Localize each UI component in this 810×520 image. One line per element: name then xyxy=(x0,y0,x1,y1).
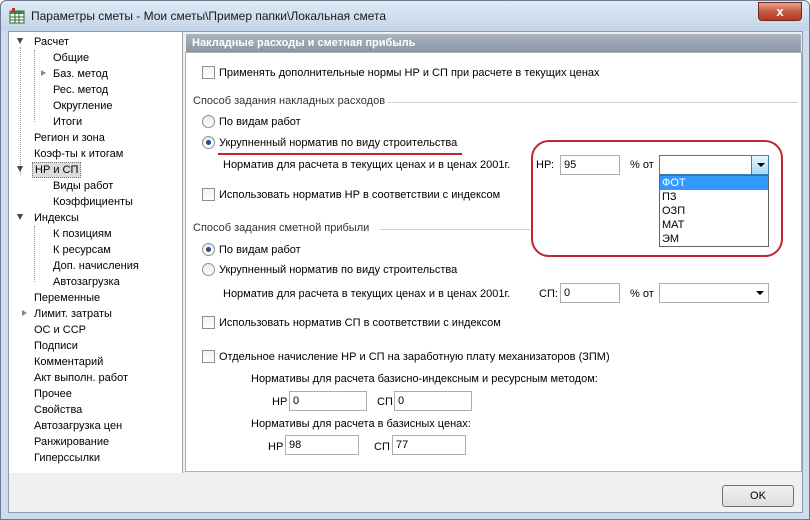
tree-item-properties[interactable]: Свойства xyxy=(34,402,82,418)
tree-item-res-method[interactable]: Рес. метод xyxy=(53,82,108,98)
collapsed-arrow-icon[interactable] xyxy=(22,310,27,316)
table-icon xyxy=(9,8,25,24)
settings-tree[interactable]: Расчет Общие Баз. метод Рес. метод Округ… xyxy=(9,32,183,473)
additional-norms-label: Применять дополнительные нормы НР и СП п… xyxy=(219,67,600,79)
tree-item-signatures[interactable]: Подписи xyxy=(34,338,78,354)
dialog-window: Параметры сметы - Мои сметы\Пример папки… xyxy=(0,0,810,520)
tree-item-work-types[interactable]: Виды работ xyxy=(53,178,113,194)
zpm-sp-input[interactable]: 0 xyxy=(394,391,472,411)
tree-connector xyxy=(34,50,35,122)
tree-item-ranking[interactable]: Ранжирование xyxy=(34,434,109,450)
overhead-radio-by-work-types[interactable] xyxy=(202,115,215,128)
settings-panel: Применять дополнительные нормы НР и СП п… xyxy=(185,52,802,472)
zpm-nr2-input[interactable]: 98 xyxy=(285,435,359,455)
close-button[interactable]: x xyxy=(758,2,802,21)
chevron-down-icon xyxy=(756,291,764,295)
tree-connector xyxy=(20,47,21,175)
tree-item-calc[interactable]: Расчет xyxy=(34,34,69,50)
expand-arrow-icon[interactable] xyxy=(17,38,23,44)
title-bar[interactable]: Параметры сметы - Мои сметы\Пример папки… xyxy=(1,1,809,31)
expand-arrow-icon[interactable] xyxy=(17,166,23,172)
group-divider xyxy=(388,102,798,103)
tree-item-nr-sp[interactable]: НР и СП xyxy=(32,162,82,178)
expand-arrow-icon[interactable] xyxy=(17,214,23,220)
overhead-index-label: Использовать норматив НР в соответствии … xyxy=(219,189,501,201)
collapsed-arrow-icon[interactable] xyxy=(41,70,46,76)
tree-connector xyxy=(34,226,35,282)
profit-norm-label: Норматив для расчета в текущих ценах и в… xyxy=(223,288,511,300)
ok-button[interactable]: OK xyxy=(722,485,794,507)
zpm-sp2-input[interactable]: 77 xyxy=(392,435,466,455)
overhead-radio-by-work-types-label: По видам работ xyxy=(219,116,301,128)
tree-item-comment[interactable]: Комментарий xyxy=(34,354,103,370)
overhead-index-checkbox[interactable] xyxy=(202,188,215,201)
annotation-ellipse xyxy=(531,140,783,257)
panel-header: Накладные расходы и сметная прибыль xyxy=(186,34,801,52)
zpm-checkbox[interactable] xyxy=(202,350,215,363)
profit-radio-aggregated-label: Укрупненный норматив по виду строительст… xyxy=(219,264,458,276)
tree-item-coefficients[interactable]: Коэффициенты xyxy=(53,194,133,210)
overhead-radio-aggregated[interactable] xyxy=(202,136,215,149)
tree-item-os-ssr[interactable]: ОС и ССР xyxy=(34,322,86,338)
tree-item-totals[interactable]: Итоги xyxy=(53,114,82,130)
tree-item-region[interactable]: Регион и зона xyxy=(34,130,105,146)
tree-item-hyperlinks[interactable]: Гиперссылки xyxy=(34,450,100,466)
tree-item-variables[interactable]: Переменные xyxy=(34,290,100,306)
tree-item-to-resources[interactable]: К ресурсам xyxy=(53,242,111,258)
profit-index-checkbox[interactable] xyxy=(202,316,215,329)
profit-radio-by-work-types-label: По видам работ xyxy=(219,244,301,256)
profit-group-title: Способ задания сметной прибыли xyxy=(193,222,370,234)
profit-base-select[interactable] xyxy=(659,283,769,303)
profit-index-label: Использовать норматив СП в соответствии … xyxy=(219,317,501,329)
zpm-label: Отдельное начисление НР и СП на заработн… xyxy=(219,351,610,363)
zpm-sp2-label: СП xyxy=(374,441,390,453)
overhead-norm-label: Норматив для расчета в текущих ценах и в… xyxy=(223,159,511,171)
tree-item-work-act[interactable]: Акт выполн. работ xyxy=(34,370,128,386)
zpm-nr2-label: НР xyxy=(268,441,284,453)
close-icon: x xyxy=(776,4,784,19)
additional-norms-checkbox[interactable] xyxy=(202,66,215,79)
group-divider xyxy=(380,229,530,230)
window-title: Параметры сметы - Мои сметы\Пример папки… xyxy=(31,9,387,23)
tree-item-general[interactable]: Общие xyxy=(53,50,89,66)
sp-input[interactable]: 0 xyxy=(560,283,620,303)
overhead-radio-aggregated-label: Укрупненный норматив по виду строительст… xyxy=(219,137,458,149)
dropdown-button[interactable] xyxy=(751,284,768,302)
tree-item-autoload[interactable]: Автозагрузка xyxy=(53,274,120,290)
tree-item-extra-charges[interactable]: Доп. начисления xyxy=(53,258,139,274)
tree-item-other[interactable]: Прочее xyxy=(34,386,72,402)
zpm-nr-label: НР xyxy=(272,396,288,408)
annotation-underline xyxy=(218,153,462,155)
zpm-nr-input[interactable]: 0 xyxy=(289,391,367,411)
zpm-base-prices-label: Нормативы для расчета в базисных ценах: xyxy=(251,418,471,430)
tree-item-to-positions[interactable]: К позициям xyxy=(53,226,112,242)
zpm-sp-label: СП xyxy=(377,396,393,408)
profit-radio-by-work-types[interactable] xyxy=(202,243,215,256)
dialog-client: Расчет Общие Баз. метод Рес. метод Округ… xyxy=(8,31,803,513)
zpm-base-index-label: Нормативы для расчета базисно-индексным … xyxy=(251,373,598,385)
profit-radio-aggregated[interactable] xyxy=(202,263,215,276)
overhead-group-title: Способ задания накладных расходов xyxy=(193,95,386,107)
percent-of-label: % от xyxy=(630,288,654,300)
tree-item-coef-totals[interactable]: Коэф-ты к итогам xyxy=(34,146,123,162)
tree-item-indexes[interactable]: Индексы xyxy=(34,210,79,226)
tree-item-limit-costs[interactable]: Лимит. затраты xyxy=(34,306,112,322)
tree-item-price-autoload[interactable]: Автозагрузка цен xyxy=(34,418,122,434)
tree-item-rounding[interactable]: Округление xyxy=(53,98,113,114)
sp-label: СП: xyxy=(539,288,558,300)
tree-item-base-method[interactable]: Баз. метод xyxy=(53,66,108,82)
